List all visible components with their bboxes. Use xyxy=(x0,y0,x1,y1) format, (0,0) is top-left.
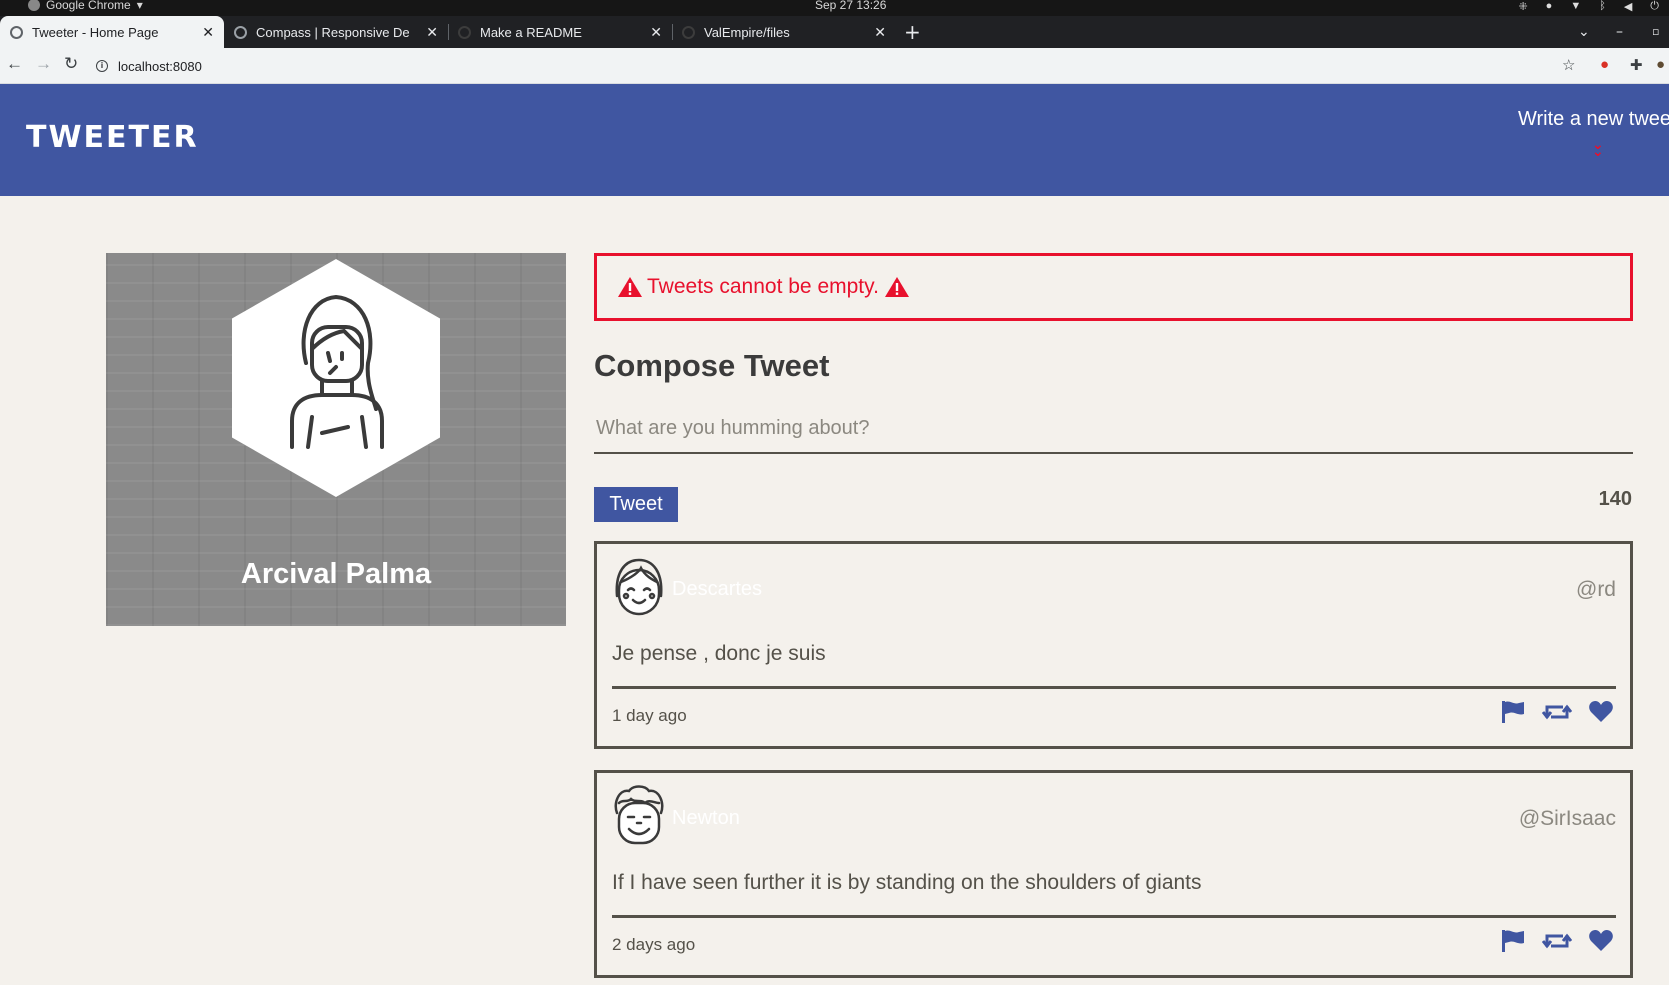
tweet-divider xyxy=(612,686,1616,689)
tray-discord-icon[interactable]: ● xyxy=(1546,0,1553,13)
tweet-body: If I have seen further it is by standing… xyxy=(612,871,1202,894)
user-avatar-icon xyxy=(290,294,384,449)
avatar-hexagon xyxy=(232,259,440,497)
readme-favicon-icon xyxy=(458,25,471,39)
error-message-box: Tweets cannot be empty. xyxy=(594,253,1633,321)
tweet-actions xyxy=(1500,700,1614,724)
os-tray[interactable]: ⁜ ● ▼ ᛒ ◀ ⏻ xyxy=(1518,0,1659,13)
tweet-button[interactable]: Tweet xyxy=(594,487,678,522)
double-chevron-down-icon[interactable]: ⌄ ⌄ xyxy=(1592,138,1604,159)
compass-favicon-icon xyxy=(234,25,247,39)
os-top-bar: Google Chrome ▾ Sep 27 13:26 ⁜ ● ▼ ᛒ ◀ ⏻ xyxy=(0,0,1669,16)
dropdown-arrow-icon: ▾ xyxy=(136,0,143,12)
tab-strip: Tweeter - Home Page ✕ Compass | Responsi… xyxy=(0,16,1669,48)
tab-label: ValEmpire/files xyxy=(704,24,790,40)
forward-icon[interactable]: → xyxy=(35,54,52,74)
site-info-icon[interactable]: i xyxy=(96,60,108,72)
profile-card: Arcival Palma xyxy=(106,253,566,626)
error-message-text: Tweets cannot be empty. xyxy=(647,275,879,298)
new-tab-button[interactable]: + xyxy=(904,16,921,48)
tweet-divider xyxy=(612,915,1616,918)
page-content: TWEETER Write a new tweet ⌄ ⌄ Arcival Pal… xyxy=(0,84,1669,985)
bluetooth-icon[interactable]: ᛒ xyxy=(1599,0,1606,13)
heart-icon[interactable] xyxy=(1588,929,1614,953)
os-app-name: Google Chrome xyxy=(46,0,131,12)
tweet-avatar-icon xyxy=(615,558,663,616)
profile-name: Arcival Palma xyxy=(240,558,432,590)
tweet-card: Descartes @rd Je pense , donc je suis 1 … xyxy=(594,541,1633,749)
globe-icon xyxy=(10,25,23,39)
tab-search-icon[interactable]: ⌄ xyxy=(1578,16,1590,48)
volume-icon[interactable]: ◀ xyxy=(1624,0,1632,13)
flag-icon[interactable] xyxy=(1500,700,1526,724)
tweet-author-name: Descartes xyxy=(672,578,763,600)
os-app-menu[interactable]: Google Chrome ▾ xyxy=(28,0,143,12)
tweet-input[interactable] xyxy=(594,404,1633,454)
tweet-actions xyxy=(1500,929,1614,953)
warning-icon xyxy=(884,277,909,297)
site-header: TWEETER Write a new tweet ⌄ ⌄ xyxy=(0,84,1669,196)
tab-label: Compass | Responsive De xyxy=(256,24,410,40)
chrome-logo-icon xyxy=(28,0,40,11)
tweet-body: Je pense , donc je suis xyxy=(612,642,826,665)
site-brand[interactable]: TWEETER xyxy=(26,120,199,155)
tweet-avatar-icon xyxy=(614,785,664,845)
tab-tweeter-home[interactable]: Tweeter - Home Page ✕ xyxy=(0,16,224,48)
restore-icon[interactable]: ▫ xyxy=(1652,16,1659,48)
wifi-icon[interactable]: ▼ xyxy=(1570,0,1581,13)
github-icon xyxy=(682,25,695,39)
tweet-timestamp: 2 days ago xyxy=(612,935,696,954)
heart-icon[interactable] xyxy=(1588,700,1614,724)
close-icon[interactable]: ✕ xyxy=(202,24,214,41)
write-new-tweet-link[interactable]: Write a new tweet xyxy=(1518,108,1669,131)
warning-icon xyxy=(618,277,642,297)
minimize-icon[interactable]: – xyxy=(1616,16,1623,48)
close-icon[interactable]: ✕ xyxy=(874,24,886,41)
tab-make-readme[interactable]: Make a README ✕ xyxy=(448,16,672,48)
tab-label: Make a README xyxy=(480,24,582,40)
retweet-icon[interactable] xyxy=(1542,929,1572,953)
character-counter: 140 xyxy=(1598,488,1632,510)
retweet-icon[interactable] xyxy=(1542,700,1572,724)
flag-icon[interactable] xyxy=(1500,929,1526,953)
extensions-puzzle-icon[interactable]: ✚ xyxy=(1630,56,1643,74)
bookmark-star-icon[interactable]: ☆ xyxy=(1562,56,1575,74)
close-icon[interactable]: ✕ xyxy=(650,24,662,41)
tray-grid-icon[interactable]: ⁜ xyxy=(1518,0,1527,13)
power-icon[interactable]: ⏻ xyxy=(1650,0,1659,13)
tab-label: Tweeter - Home Page xyxy=(32,24,159,40)
reload-icon[interactable]: ↻ xyxy=(64,54,78,74)
tab-valempire-files[interactable]: ValEmpire/files ✕ xyxy=(672,16,896,48)
tab-compass[interactable]: Compass | Responsive De ✕ xyxy=(224,16,448,48)
tweet-author-name: Newton xyxy=(672,807,740,829)
tweet-card: Newton @SirIsaac If I have seen further … xyxy=(594,770,1633,978)
tweet-handle: @SirIsaac xyxy=(1518,807,1616,830)
back-icon[interactable]: ← xyxy=(6,54,23,74)
os-clock[interactable]: Sep 27 13:26 xyxy=(815,0,886,12)
close-icon[interactable]: ✕ xyxy=(426,24,438,41)
browser-toolbar: ← → ↻ i localhost:8080 ☆ ● ✚ ● xyxy=(0,48,1669,84)
tweet-handle: @rd xyxy=(1576,578,1616,601)
compose-title: Compose Tweet xyxy=(594,348,830,383)
tweet-timestamp: 1 day ago xyxy=(612,706,687,725)
address-bar[interactable]: i localhost:8080 xyxy=(96,54,1576,78)
address-url[interactable]: localhost:8080 xyxy=(118,59,202,74)
profile-avatar-icon[interactable]: ● xyxy=(1656,56,1665,73)
color-extension-icon[interactable]: ● xyxy=(1600,56,1609,73)
